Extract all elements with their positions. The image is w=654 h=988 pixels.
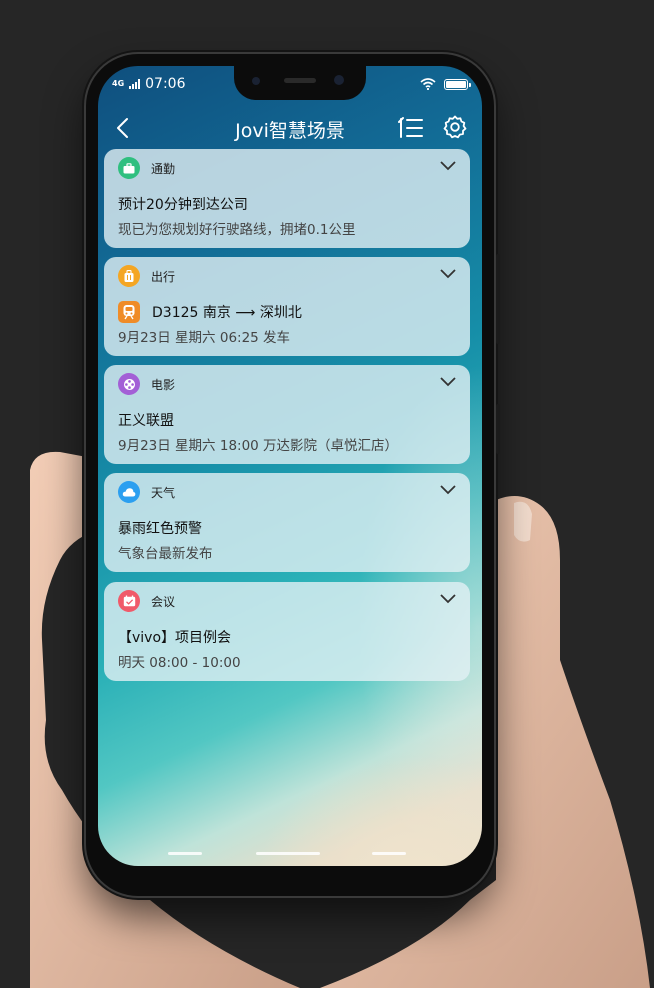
card-subtitle: 现已为您规划好行驶路线，拥堵0.1公里 xyxy=(118,222,356,238)
card-subtitle: 明天 08:00 - 10:00 xyxy=(118,655,241,671)
chevron-down-icon[interactable] xyxy=(440,594,456,604)
card-subtitle: 9月23日 星期六 06:25 发车 xyxy=(118,330,291,346)
page-title: Jovi智慧场景 xyxy=(235,120,345,142)
status-time: 07:06 xyxy=(145,76,186,92)
chevron-down-icon[interactable] xyxy=(440,485,456,495)
commute-card[interactable]: 通勤 预计20分钟到达公司 现已为您规划好行驶路线，拥堵0.1公里 xyxy=(104,149,470,248)
weather-card[interactable]: 天气 暴雨红色预警 气象台最新发布 xyxy=(104,473,470,572)
card-title: 【vivo】项目例会 xyxy=(118,630,232,646)
card-subtitle: 气象台最新发布 xyxy=(118,546,213,562)
chevron-down-icon[interactable] xyxy=(440,377,456,387)
status-bar: 4G 07:06 xyxy=(112,76,471,96)
wifi-icon xyxy=(420,78,436,90)
film-reel-icon xyxy=(118,373,140,395)
train-icon xyxy=(118,301,140,323)
cloud-icon xyxy=(118,481,140,503)
luggage-icon xyxy=(118,265,140,287)
travel-card[interactable]: 出行 D3125 南京 ⟶ 深圳北 9月23日 星期六 06:25 发车 xyxy=(104,257,470,356)
gesture-bar[interactable] xyxy=(98,852,482,856)
card-category: 电影 xyxy=(151,377,176,392)
train-route: D3125 南京 ⟶ 深圳北 xyxy=(152,305,302,321)
card-category: 天气 xyxy=(151,485,176,500)
signal-icon xyxy=(129,79,141,89)
card-title: 预计20分钟到达公司 xyxy=(118,197,248,213)
app-bar: Jovi智慧场景 xyxy=(98,108,482,148)
phone-screen: 4G 07:06 Jovi智慧场景 通勤 预计20分钟到达公司 现已为您规划好行… xyxy=(98,66,482,866)
movie-card[interactable]: 电影 正义联盟 9月23日 星期六 18:00 万达影院（卓悦汇店） xyxy=(104,365,470,464)
chevron-down-icon[interactable] xyxy=(440,161,456,171)
card-title: 正义联盟 xyxy=(118,413,174,429)
card-category: 通勤 xyxy=(151,161,176,176)
volume-button xyxy=(496,254,500,344)
network-type: 4G xyxy=(112,79,125,88)
card-category: 会议 xyxy=(151,594,176,609)
card-title: 暴雨红色预警 xyxy=(118,521,202,537)
gear-icon[interactable] xyxy=(442,114,468,140)
phone-device: 4G 07:06 Jovi智慧场景 通勤 预计20分钟到达公司 现已为您规划好行… xyxy=(86,54,500,896)
list-settings-icon[interactable] xyxy=(398,116,424,140)
briefcase-icon xyxy=(118,157,140,179)
meeting-card[interactable]: 会议 【vivo】项目例会 明天 08:00 - 10:00 xyxy=(104,582,470,681)
battery-icon xyxy=(444,78,471,90)
chevron-down-icon[interactable] xyxy=(440,269,456,279)
card-subtitle: 9月23日 星期六 18:00 万达影院（卓悦汇店） xyxy=(118,438,399,454)
card-category: 出行 xyxy=(151,269,176,284)
gesture-indicator-left xyxy=(168,852,202,855)
calendar-icon xyxy=(118,590,140,612)
power-button xyxy=(496,404,500,454)
gesture-indicator-center xyxy=(256,852,320,855)
gesture-indicator-right xyxy=(372,852,406,855)
